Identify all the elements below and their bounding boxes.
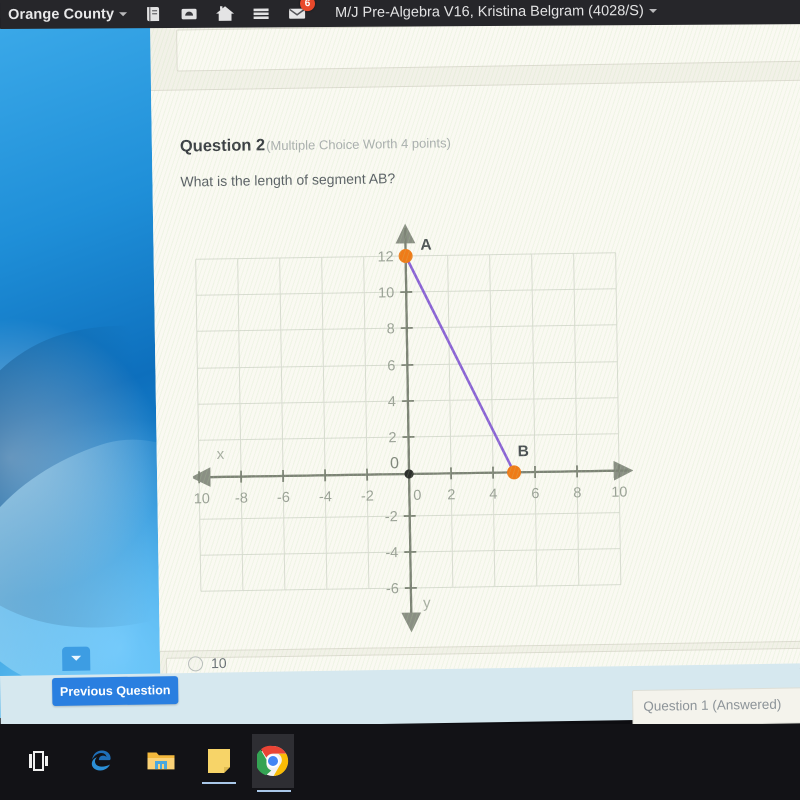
task-view-icon[interactable] xyxy=(18,740,60,782)
radio-button-icon[interactable] xyxy=(187,655,204,671)
home-icon[interactable] xyxy=(215,3,235,23)
inbox-icon[interactable] xyxy=(179,3,199,23)
previous-question-button[interactable]: Previous Question xyxy=(52,676,179,706)
point-b-label: B xyxy=(518,443,529,460)
origin-label: 0 xyxy=(390,455,399,472)
app-top-bar: Orange County 6 M/J Pre-Algebra V16, Kri… xyxy=(0,0,800,29)
mail-unread-badge: 6 xyxy=(300,0,316,11)
graph-svg: -10 -8 -6 -4 -2 0 2 4 6 8 10 12 10 8 6 4… xyxy=(189,223,634,633)
coordinate-plane-graph: -10 -8 -6 -4 -2 0 2 4 6 8 10 12 10 8 6 4… xyxy=(189,214,636,641)
course-label: M/J Pre-Algebra V16, Kristina Belgram (4… xyxy=(335,2,644,21)
mail-icon[interactable]: 6 xyxy=(287,0,316,23)
svg-text:12: 12 xyxy=(377,249,393,265)
point-b xyxy=(507,465,522,480)
svg-text:-8: -8 xyxy=(235,491,248,507)
book-icon[interactable] xyxy=(143,4,163,24)
edge-icon[interactable] xyxy=(80,740,122,782)
district-label: Orange County xyxy=(8,5,115,23)
chevron-down-icon xyxy=(71,655,82,661)
svg-text:8: 8 xyxy=(573,485,581,501)
sticky-notes-running-indicator xyxy=(202,782,236,784)
y-axis-label: y xyxy=(423,595,431,612)
svg-text:-2: -2 xyxy=(361,489,374,505)
svg-text:10: 10 xyxy=(378,285,394,301)
svg-text:2: 2 xyxy=(388,430,396,446)
svg-text:-6: -6 xyxy=(277,490,290,506)
svg-text:6: 6 xyxy=(387,358,395,374)
question-prompt: What is the length of segment AB? xyxy=(180,170,396,190)
question-select[interactable]: Question 1 (Answered) xyxy=(632,686,800,726)
question-select-value: Question 1 (Answered) xyxy=(643,696,782,714)
chevron-down-icon xyxy=(119,11,128,16)
nav-collapse-toggle[interactable] xyxy=(62,646,91,671)
windows-taskbar xyxy=(0,724,800,800)
quiz-page: Question 2(Multiple Choice Worth 4 point… xyxy=(150,15,800,678)
axes xyxy=(190,223,634,633)
point-a xyxy=(398,249,413,264)
svg-text:-6: -6 xyxy=(386,581,399,597)
segment-ab xyxy=(404,255,516,473)
svg-text:-4: -4 xyxy=(319,489,332,505)
chrome-icon[interactable] xyxy=(252,734,294,792)
question-meta: (Multiple Choice Worth 4 points) xyxy=(266,135,451,154)
answer-option-1[interactable]: 10 xyxy=(187,654,227,672)
svg-text:4: 4 xyxy=(388,394,396,410)
svg-text:10: 10 xyxy=(611,485,627,501)
district-menu[interactable]: Orange County xyxy=(8,5,128,23)
top-bar-icon-group: 6 xyxy=(143,0,316,24)
x-axis-label: x xyxy=(217,446,225,463)
svg-text:2: 2 xyxy=(447,487,455,503)
svg-text:6: 6 xyxy=(531,486,539,502)
svg-text:0: 0 xyxy=(413,488,421,504)
svg-text:8: 8 xyxy=(387,321,395,337)
question-number: Question 2 xyxy=(179,136,266,156)
menu-icon[interactable] xyxy=(251,3,271,23)
chrome-running-indicator xyxy=(257,790,291,792)
svg-text:4: 4 xyxy=(489,487,497,503)
sticky-notes-icon[interactable] xyxy=(198,740,240,784)
origin-point xyxy=(404,469,414,479)
chevron-down-icon xyxy=(648,8,657,13)
file-explorer-icon[interactable] xyxy=(140,740,182,782)
svg-text:-4: -4 xyxy=(385,545,398,561)
y-tick-labels: 12 10 8 6 4 2 -2 -4 -6 0 xyxy=(377,249,399,597)
point-a-label: A xyxy=(420,237,431,254)
course-menu[interactable]: M/J Pre-Algebra V16, Kristina Belgram (4… xyxy=(335,2,657,20)
svg-text:-2: -2 xyxy=(385,509,398,525)
answer-option-1-label: 10 xyxy=(210,654,227,672)
